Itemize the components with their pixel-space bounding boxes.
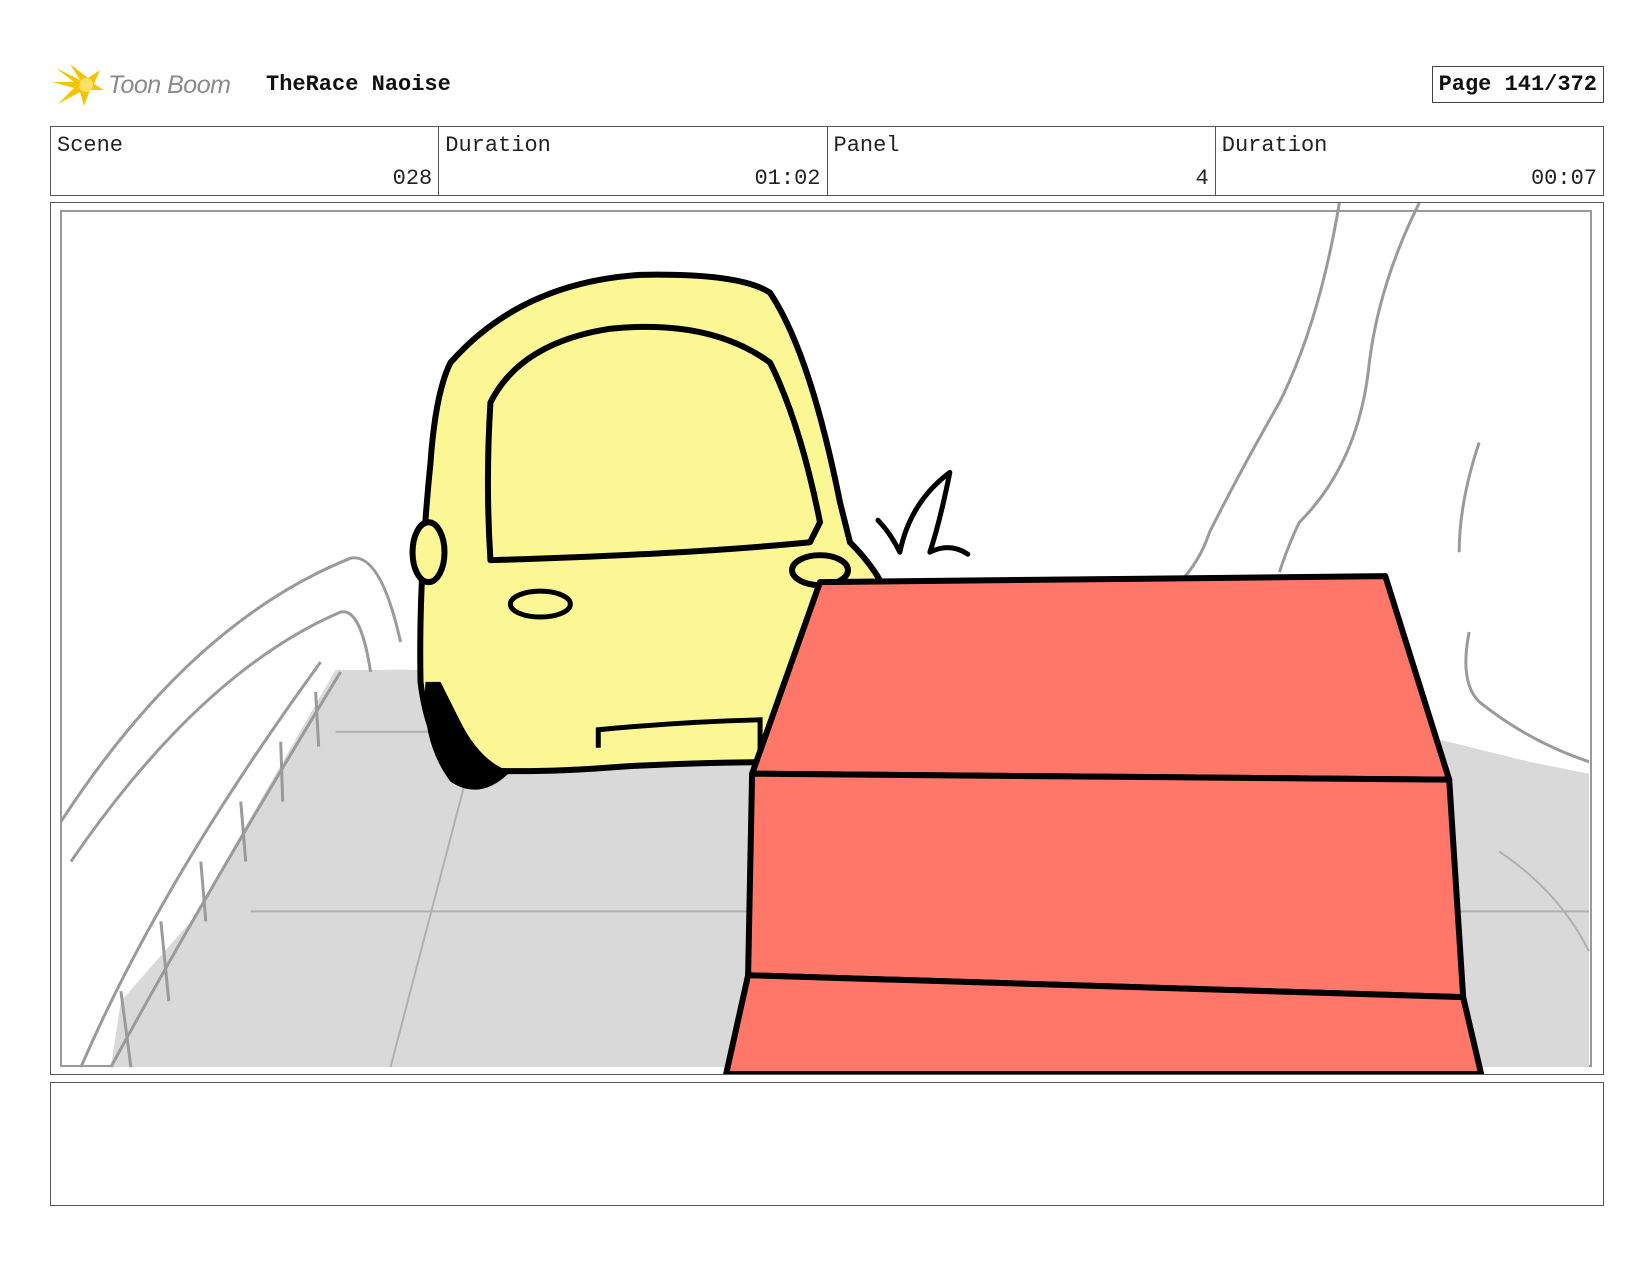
- project-title: TheRace Naoise: [266, 72, 451, 97]
- panel-value: 4: [1195, 166, 1209, 191]
- panel-duration-value: 00:07: [1530, 166, 1597, 191]
- scene-duration-label: Duration: [445, 133, 551, 158]
- toon-boom-logo: Toon Boom: [50, 60, 231, 110]
- starburst-icon: [52, 64, 104, 106]
- scene-duration-value: 01:02: [754, 166, 821, 191]
- panel-drawing: [59, 203, 1593, 1074]
- car-left-mirror: [409, 519, 448, 586]
- scene-duration-cell: Duration 01:02: [439, 127, 828, 195]
- page-number: Page 141/372: [1431, 66, 1604, 103]
- panel-cell: Panel 4: [828, 127, 1216, 195]
- panel-notes-box: [50, 1082, 1604, 1206]
- impact-spark: [875, 469, 971, 557]
- red-barrier: [723, 573, 1485, 1074]
- storyboard-panel: [50, 202, 1604, 1075]
- page-header: Toon Boom TheRace Naoise Page 141/372: [50, 58, 1604, 110]
- scene-label: Scene: [57, 133, 124, 158]
- scene-cell: Scene 028: [51, 127, 440, 195]
- panel-duration-cell: Duration 00:07: [1216, 127, 1603, 195]
- logo-text: Toon Boom: [108, 70, 231, 99]
- car-headlight: [507, 588, 573, 620]
- car-windshield: [484, 323, 824, 564]
- panel-duration-label: Duration: [1221, 133, 1328, 158]
- scene-info-table: Scene 028 Duration 01:02 Panel 4 Duratio…: [50, 126, 1604, 196]
- scene-value: 028: [392, 166, 433, 191]
- panel-label: Panel: [833, 133, 900, 158]
